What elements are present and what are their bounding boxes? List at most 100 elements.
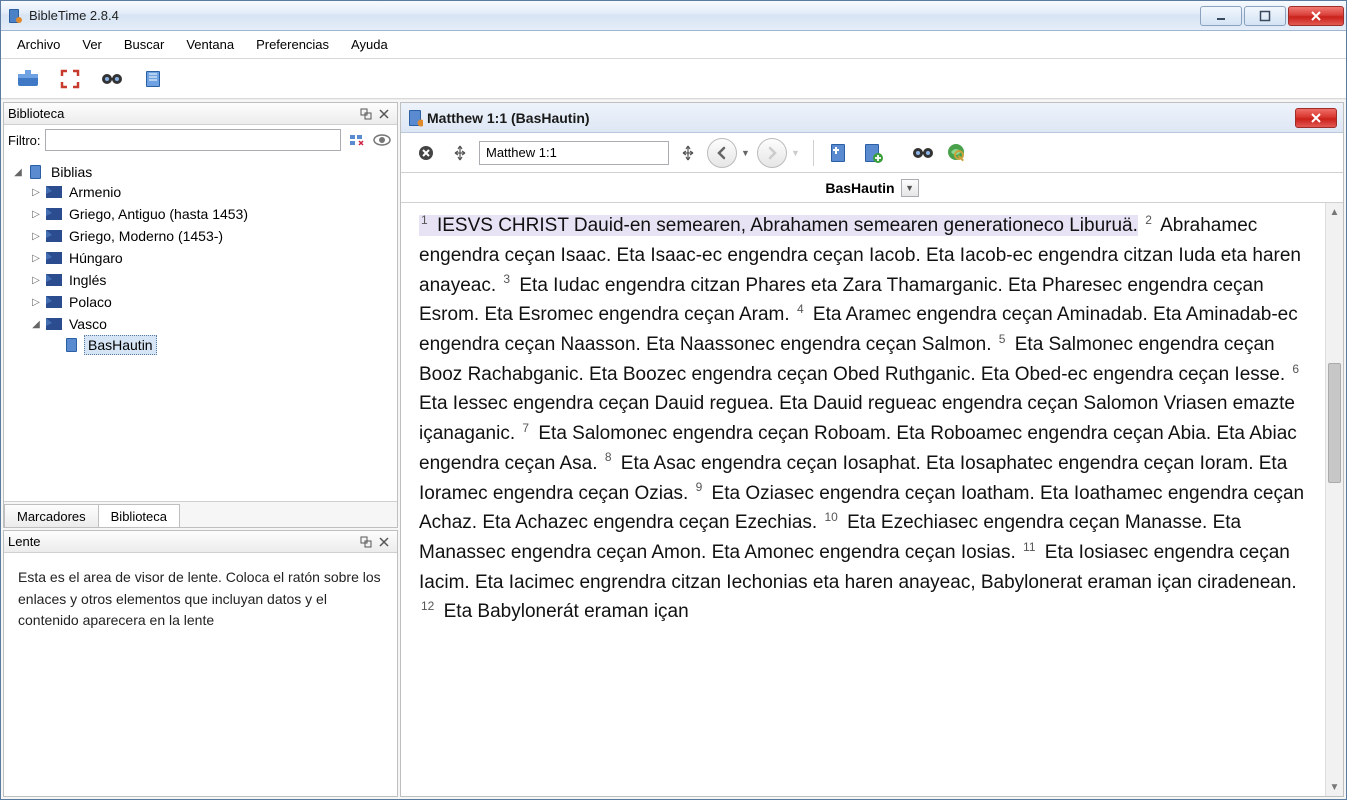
verse-number: 11 [1021,540,1039,554]
vertical-scrollbar[interactable]: ▲ ▼ [1325,203,1343,796]
history-back-button[interactable] [707,138,737,168]
search-in-module-button[interactable] [908,138,938,168]
scroll-down-icon[interactable]: ▼ [1326,778,1343,796]
tree-root-biblias[interactable]: ◢ Biblias [12,163,393,181]
tab-bookmarks[interactable]: Marcadores [4,504,99,527]
library-panel: Biblioteca Filtro: ◢ Biblias [3,102,398,528]
tree-lang-item[interactable]: ▷Húngaro [30,249,393,267]
tree-lang-item[interactable]: ▷ Inglés [30,271,393,289]
history-back-menu[interactable]: ▼ [741,148,753,158]
reference-input[interactable] [479,141,669,165]
dock-undock-icon[interactable] [357,534,375,550]
window-minimize-button[interactable] [1200,6,1242,26]
panel-close-icon[interactable] [375,534,393,550]
module-dropdown-button[interactable]: ▼ [901,179,919,197]
verse-number: 8 [603,450,616,464]
flag-icon [46,229,62,243]
module-select-button[interactable] [824,138,854,168]
bookshelf-button[interactable] [137,64,171,94]
display-settings-button[interactable] [942,138,972,168]
filter-input[interactable] [45,129,342,151]
lens-panel-title: Lente [8,534,357,549]
scroll-up-icon[interactable]: ▲ [1326,203,1343,221]
panel-close-icon[interactable] [375,106,393,122]
window-titlebar: BibleTime 2.8.4 [1,1,1346,31]
verse-number: 1 [419,213,432,227]
menu-preferencias[interactable]: Preferencias [246,33,339,56]
module-add-button[interactable] [858,138,888,168]
clear-reference-button[interactable] [411,138,441,168]
lens-panel-header: Lente [4,531,397,553]
collapse-icon[interactable]: ◢ [12,167,24,178]
tab-library[interactable]: Biblioteca [98,504,180,527]
expand-icon[interactable]: ▷ [30,231,42,242]
window-close-button[interactable] [1288,6,1344,26]
verse-number: 2 [1143,213,1156,227]
expand-icon[interactable]: ▷ [30,187,42,198]
tree-lang-item[interactable]: ▷ Armenio [30,183,393,201]
flag-icon [46,185,62,199]
expand-icon[interactable]: ▷ [30,275,42,286]
library-tree[interactable]: ◢ Biblias ▷ Armenio ▷ Griego, Antiguo (hast… [4,155,397,501]
bible-icon [407,110,423,126]
library-panel-header: Biblioteca [4,103,397,125]
verse-number: 6 [1290,362,1303,376]
tree-module-item[interactable]: BasHautin [48,335,393,355]
tree-lang-item[interactable]: ▷ Polaco [30,293,393,311]
fullscreen-button[interactable] [53,64,87,94]
scroll-sync-left-icon[interactable] [445,138,475,168]
tree-lang-label: Inglés [66,271,109,289]
verse-number: 9 [694,480,707,494]
menu-buscar[interactable]: Buscar [114,33,174,56]
expand-icon[interactable]: ▷ [30,297,42,308]
menubar: ArchivoVerBuscarVentanaPreferenciasAyuda [1,31,1346,59]
lens-body-text: Esta es el area de visor de lente. Coloc… [4,553,397,796]
menu-ver[interactable]: Ver [72,33,112,56]
history-forward-menu[interactable]: ▼ [791,148,803,158]
tree-lang-label: Polaco [66,293,115,311]
verse-number: 7 [520,421,533,435]
verse-number: 5 [997,332,1010,346]
flag-icon [46,317,62,331]
tree-lang-item[interactable]: ◢Vasco [30,315,393,333]
bible-icon [64,337,80,353]
show-hidden-button[interactable] [371,129,393,151]
scroll-sync-right-icon[interactable] [673,138,703,168]
reader-pane: Matthew 1:1 (BasHautin) ▼ ▼ BasHautin ▼ … [400,102,1344,797]
bookshelf-manager-button[interactable] [11,64,45,94]
main-toolbar [1,59,1346,99]
tree-root-label: Biblias [48,163,95,181]
reader-text-body[interactable]: 1 IESVS CHRIST Dauid-en semearen, Abraha… [401,203,1325,796]
tree-lang-item[interactable]: ▷ Griego, Antiguo (hasta 1453) [30,205,393,223]
verse-number: 10 [822,510,841,524]
history-forward-button[interactable] [757,138,787,168]
search-button[interactable] [95,64,129,94]
tree-module-label: BasHautin [84,335,157,355]
dock-undock-icon[interactable] [357,106,375,122]
expand-icon[interactable]: ▷ [30,209,42,220]
menu-ventana[interactable]: Ventana [176,33,244,56]
filter-label: Filtro: [8,133,41,148]
menu-archivo[interactable]: Archivo [7,33,70,56]
reader-scroll-area: 1 IESVS CHRIST Dauid-en semearen, Abraha… [401,203,1343,796]
reader-pane-close-button[interactable] [1295,108,1337,128]
reader-toolbar: ▼ ▼ [401,133,1343,173]
menu-ayuda[interactable]: Ayuda [341,33,398,56]
window-maximize-button[interactable] [1244,6,1286,26]
verse-number: 4 [795,302,808,316]
tree-lang-label: Griego, Antiguo (hasta 1453) [66,205,251,223]
library-panel-title: Biblioteca [8,106,357,121]
scroll-thumb[interactable] [1328,363,1341,483]
module-selector-row: BasHautin ▼ [401,173,1343,203]
tree-lang-label: Armenio [66,183,124,201]
app-icon [7,8,23,24]
expand-icon[interactable]: ◢ [30,319,42,330]
bible-icon [28,164,44,180]
expand-icon[interactable]: ▷ [30,253,42,264]
grouping-button[interactable] [345,129,367,151]
verse: 1 IESVS CHRIST Dauid-en semearen, Abraha… [419,215,1138,236]
lens-panel: Lente Esta es el area de visor de lente.… [3,530,398,797]
flag-icon [46,273,62,287]
tree-lang-label: Griego, Moderno (1453-) [66,227,226,245]
tree-lang-item[interactable]: ▷ Griego, Moderno (1453-) [30,227,393,245]
